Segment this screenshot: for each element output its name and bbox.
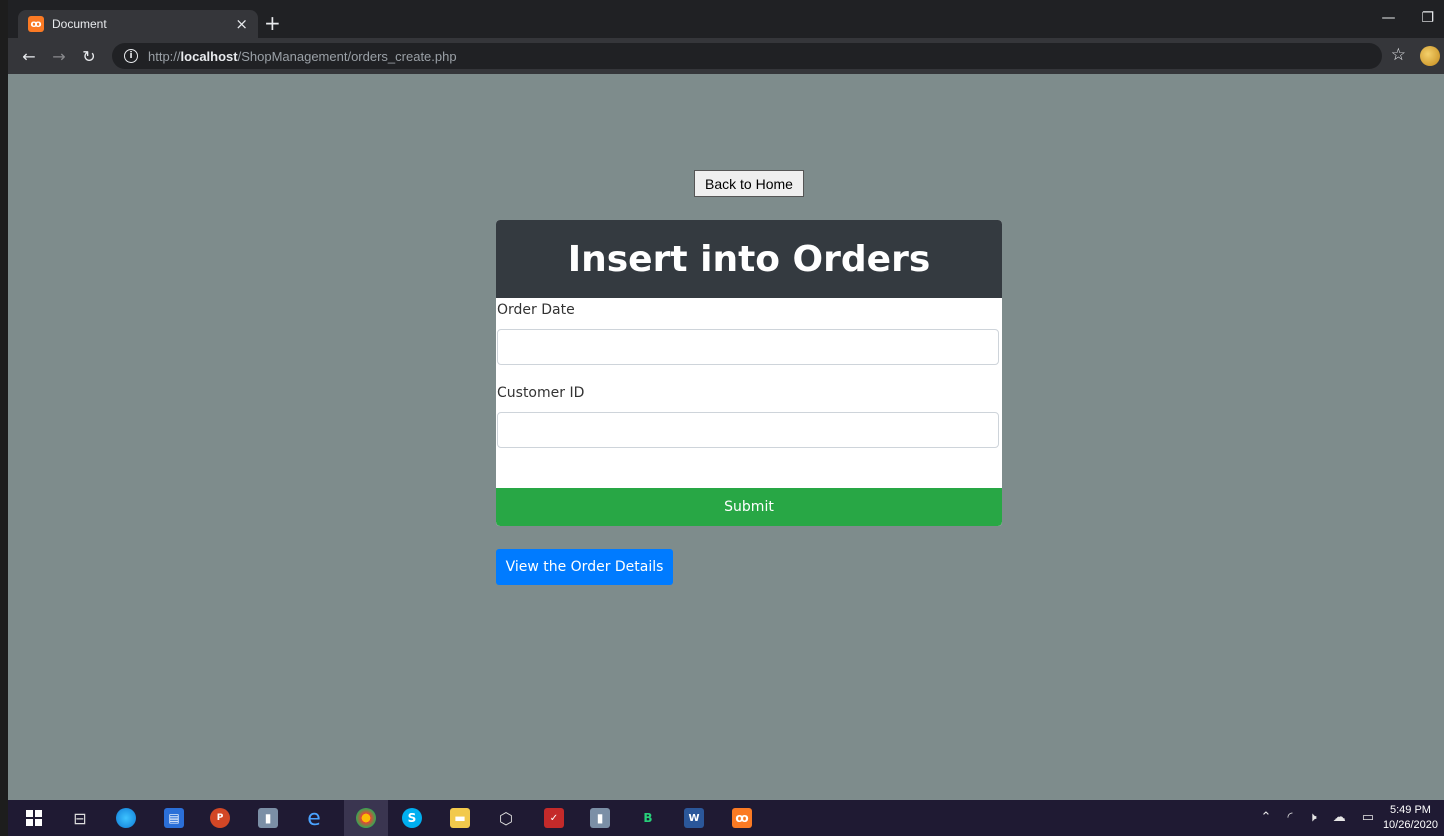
battery-icon[interactable]: ▭ [1362,810,1374,825]
page-viewport: Back to Home Insert into Orders Order Da… [8,74,1444,800]
windows-taskbar: ⊟ ▤ P ▮ e S ▬ ⬡ ✓ ▮ B W ꝏ ⌃ ◜ 🕨 ☁ ▭ 5:49… [8,800,1444,836]
file-explorer-icon[interactable]: ▬ [450,808,470,828]
reload-icon[interactable]: ↻ [76,47,102,66]
url-host: localhost [180,48,238,64]
tab-close-icon[interactable]: × [235,15,248,33]
clock-date: 10/26/2020 [1382,819,1438,831]
store-icon[interactable]: ▤ [164,808,184,828]
clock-time: 5:49 PM [1389,804,1431,816]
window-controls: — ❐ [1381,10,1434,26]
info-icon[interactable]: i [124,49,138,63]
form-header: Insert into Orders [496,220,1002,298]
powerpoint-icon[interactable]: P [210,808,230,828]
url-path: /ShopManagement/orders_create.php [237,48,457,64]
back-arrow-icon[interactable]: ← [16,47,42,66]
wifi-icon[interactable]: ◜ [1287,810,1292,825]
xampp-favicon-icon: ꝏ [28,16,44,32]
database-icon[interactable]: ▮ [258,808,278,828]
profile-avatar-icon[interactable] [1420,46,1440,66]
url-prefix: http:// [148,48,181,64]
minimize-icon[interactable]: — [1381,10,1395,26]
browser-tab[interactable]: ꝏ Document × [18,10,258,38]
volume-muted-icon[interactable]: 🕨 [1309,810,1317,825]
word-icon[interactable]: W [684,808,704,828]
chrome-icon[interactable] [356,808,376,828]
virtualbox-icon[interactable]: ⬡ [496,808,516,828]
onedrive-icon[interactable]: ☁ [1333,810,1346,825]
chevron-up-icon[interactable]: ⌃ [1261,810,1272,825]
system-tray: ⌃ ◜ 🕨 ☁ ▭ [1261,810,1374,825]
forward-arrow-icon[interactable]: → [46,47,72,66]
restore-icon[interactable]: ❐ [1421,10,1434,26]
insert-orders-form: Insert into Orders Order Date Customer I… [496,220,1002,526]
app-v-icon[interactable]: ✓ [544,808,564,828]
windows-start-icon[interactable] [24,808,44,828]
order-date-label: Order Date [497,302,575,318]
database-2-icon[interactable]: ▮ [590,808,610,828]
customer-id-input[interactable] [497,412,999,448]
tab-title: Document [52,17,107,31]
customer-id-label: Customer ID [497,385,585,401]
address-bar[interactable]: i http://localhost/ShopManagement/orders… [112,43,1382,69]
submit-button[interactable]: Submit [496,488,1002,526]
new-tab-button[interactable]: + [264,12,281,34]
left-edge [0,0,8,836]
skype-icon[interactable]: S [402,808,422,828]
task-view-icon[interactable]: ⊟ [70,808,90,828]
url-text: http://localhost/ShopManagement/orders_c… [148,49,457,64]
order-date-input[interactable] [497,329,999,365]
tab-strip: ꝏ Document × + — ❐ [8,6,1444,38]
back-to-home-button[interactable]: Back to Home [694,170,804,197]
app-b-icon[interactable]: B [638,808,658,828]
screen: ꝏ Document × + — ❐ ← → ↻ i http://localh… [0,0,1444,836]
internet-explorer-icon[interactable]: e [304,806,324,831]
view-order-details-button[interactable]: View the Order Details [496,549,673,585]
taskbar-clock[interactable]: 5:49 PM 10/26/2020 [1383,803,1438,833]
edge-icon[interactable] [116,808,136,828]
bookmark-star-icon[interactable]: ☆ [1391,45,1406,65]
xampp-icon[interactable]: ꝏ [732,808,752,828]
form-title: Insert into Orders [567,238,931,280]
browser-toolbar: ← → ↻ i http://localhost/ShopManagement/… [8,38,1444,74]
